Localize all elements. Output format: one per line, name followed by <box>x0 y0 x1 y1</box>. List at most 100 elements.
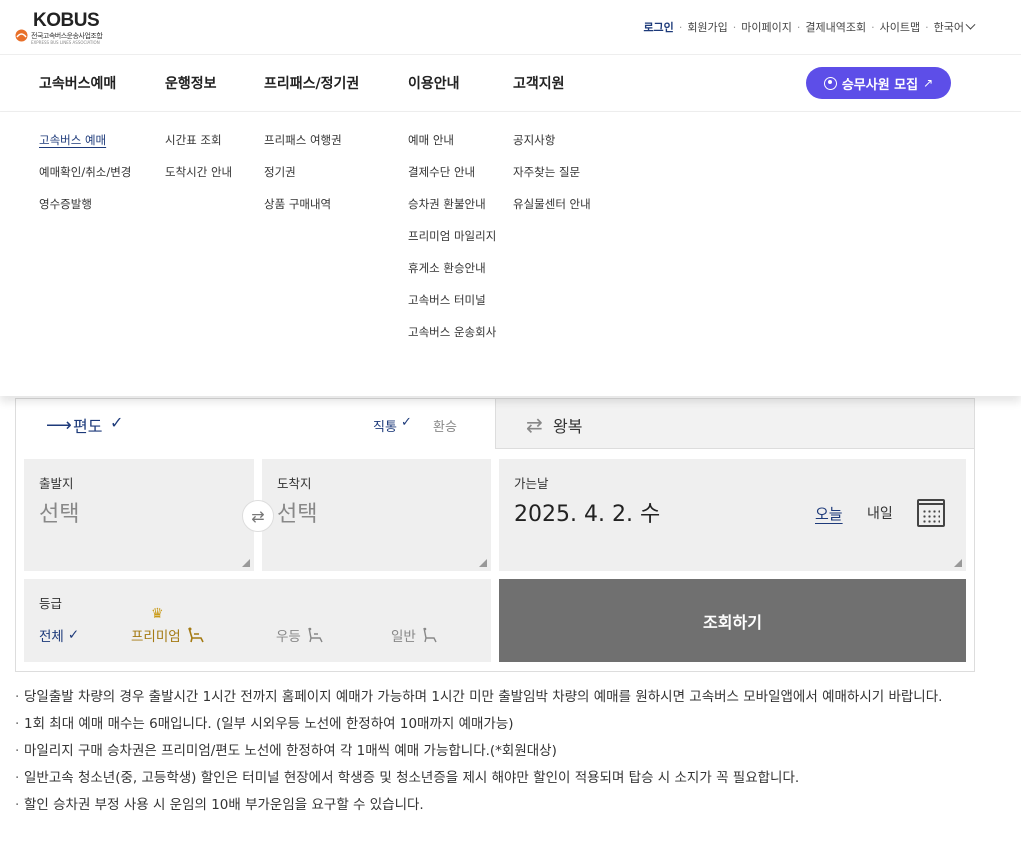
grade-label: 등급 <box>39 596 63 611</box>
arrival-field[interactable]: 도착지 선택 <box>262 459 491 571</box>
separator: · <box>796 20 801 34</box>
grade-premium-label: 프리미엄 <box>131 629 181 645</box>
menu-notice[interactable]: 공지사항 <box>513 132 591 164</box>
swap-icon: ⇄ <box>251 506 265 526</box>
date-field[interactable]: 가는날 2025. 4. 2. 수 오늘 내일 <box>499 459 966 571</box>
check-icon: ✓ <box>67 627 80 643</box>
separator: · <box>678 20 683 34</box>
recruit-button[interactable]: 승무사원 모집 ↗ <box>806 67 951 99</box>
grade-deluxe[interactable]: 우등 <box>276 625 325 645</box>
grade-field: 등급 ♛ 전체 ✓ 프리미엄 우등 일반 <box>24 579 491 662</box>
menu-timetable[interactable]: 시간표 조회 <box>165 132 232 164</box>
crown-icon: ♛ <box>151 606 164 622</box>
sitemap-link[interactable]: 사이트맵 <box>880 19 920 35</box>
separator: · <box>871 20 875 34</box>
menu-season-ticket[interactable]: 정기권 <box>264 164 342 196</box>
option-direct[interactable]: 직통 <box>373 416 397 435</box>
grade-premium[interactable]: 프리미엄 <box>131 625 205 645</box>
menu-freepass-ticket[interactable]: 프리패스 여행권 <box>264 132 342 164</box>
tab-roundtrip-label: 왕복 <box>553 417 583 436</box>
notice-item: 당일출발 차량의 경우 출발시간 1시간 전까지 홈페이지 예매가 가능하며 1… <box>15 686 975 709</box>
notice-item: 할인 승차권 부정 사용 시 운임의 10배 부가운임을 요구할 수 있습니다. <box>15 794 975 817</box>
notice-item: 일반고속 청소년(중, 고등학생) 할인은 터미널 현장에서 학생증 및 청소년… <box>15 767 975 790</box>
search-button[interactable]: 조회하기 <box>499 579 966 662</box>
booking-panel: ⟶ 편도 ✓ 직통 ✓ 환승 ⇄ 왕복 출발지 선택 ⇄ 도착지 선택 가는날 … <box>15 398 975 672</box>
grade-all[interactable]: 전체 ✓ <box>39 625 79 645</box>
menu-receipt[interactable]: 영수증발행 <box>39 196 131 228</box>
separator: · <box>925 20 929 34</box>
language-label: 한국어 <box>933 21 964 34</box>
nav-operation-info[interactable]: 운행정보 <box>165 73 217 93</box>
payments-link[interactable]: 결제내역조회 <box>805 19 866 35</box>
corner-triangle-icon <box>242 559 250 567</box>
separator: · <box>732 20 737 34</box>
nav-express-booking[interactable]: 고속버스예매 <box>39 73 116 93</box>
external-arrow-icon: ↗ <box>923 76 934 90</box>
menu-terminal[interactable]: 고속버스 터미널 <box>408 292 496 324</box>
menu-faq[interactable]: 자주찾는 질문 <box>513 164 591 196</box>
departure-value: 선택 <box>39 502 80 527</box>
tomorrow-button[interactable]: 내일 <box>867 503 893 523</box>
mega-col-booking: 고속버스 예매 예매확인/취소/변경 영수증발행 <box>39 132 131 228</box>
nav-freepass[interactable]: 프리패스/정기권 <box>264 73 359 93</box>
swap-arrows-icon: ⇄ <box>526 413 543 437</box>
departure-field[interactable]: 출발지 선택 <box>24 459 254 571</box>
person-icon <box>823 76 837 90</box>
option-transfer[interactable]: 환승 <box>433 416 457 435</box>
mega-col-guide: 예매 안내 결제수단 안내 승차권 환불안내 프리미엄 마일리지 휴게소 환승안… <box>408 132 496 356</box>
menu-refund-guide[interactable]: 승차권 환불안내 <box>408 196 496 228</box>
utility-menu: 로그인 · 회원가입 · 마이페이지 · 결제내역조회 · 사이트맵 · 한국어 <box>643 19 976 35</box>
arrow-right-icon: ⟶ <box>46 415 72 436</box>
trip-type-tabs: ⟶ 편도 ✓ 직통 ✓ 환승 ⇄ 왕복 <box>16 399 974 449</box>
arrival-label: 도착지 <box>277 476 312 491</box>
menu-booking-guide[interactable]: 예매 안내 <box>408 132 496 164</box>
menu-arrival-time[interactable]: 도착시간 안내 <box>165 164 232 196</box>
normal-seat-icon <box>420 626 440 644</box>
language-select[interactable]: 한국어 <box>933 19 976 35</box>
check-icon: ✓ <box>401 415 412 430</box>
calendar-icon[interactable] <box>917 499 945 527</box>
login-link[interactable]: 로그인 <box>643 19 673 35</box>
tab-oneway-label: 편도 <box>73 417 103 436</box>
kobus-logo[interactable]: KOBUS 전국고속버스운송사업조합 EXPRESS BUS LINES ASS… <box>15 10 105 46</box>
corner-triangle-icon <box>479 559 487 567</box>
mega-col-freepass: 프리패스 여행권 정기권 상품 구매내역 <box>264 132 342 228</box>
grade-all-label: 전체 <box>39 629 64 645</box>
mega-col-support: 공지사항 자주찾는 질문 유실물센터 안내 <box>513 132 591 228</box>
tab-oneway[interactable]: ⟶ 편도 ✓ 직통 ✓ 환승 <box>16 399 495 449</box>
date-value: 2025. 4. 2. 수 <box>514 502 661 527</box>
top-bar: KOBUS 전국고속버스운송사업조합 EXPRESS BUS LINES ASS… <box>0 0 1021 55</box>
menu-purchase-history[interactable]: 상품 구매내역 <box>264 196 342 228</box>
grade-normal[interactable]: 일반 <box>391 625 440 645</box>
recruit-label: 승무사원 모집 <box>841 77 919 93</box>
mega-menu: 고속버스 예매 예매확인/취소/변경 영수증발행 시간표 조회 도착시간 안내 … <box>0 112 1021 396</box>
logo-subtitle-en: EXPRESS BUS LINES ASSOCIATION <box>31 40 100 45</box>
mega-col-operation: 시간표 조회 도착시간 안내 <box>165 132 232 196</box>
main-nav: 고속버스예매 운행정보 프리패스/정기권 이용안내 고객지원 승무사원 모집 ↗ <box>0 55 1021 112</box>
notice-list: 당일출발 차량의 경우 출발시간 1시간 전까지 홈페이지 예매가 가능하며 1… <box>15 686 975 821</box>
date-label: 가는날 <box>514 476 549 491</box>
mypage-link[interactable]: 마이페이지 <box>741 19 792 35</box>
logo-brand: KOBUS <box>33 10 100 31</box>
menu-rest-area-transfer[interactable]: 휴게소 환승안내 <box>408 260 496 292</box>
menu-premium-mileage[interactable]: 프리미엄 마일리지 <box>408 228 496 260</box>
chevron-down-icon <box>965 19 976 30</box>
nav-usage-guide[interactable]: 이용안내 <box>408 73 460 93</box>
check-icon: ✓ <box>110 413 124 432</box>
arrival-value: 선택 <box>277 502 318 527</box>
swap-stations-button[interactable]: ⇄ <box>242 500 274 532</box>
menu-payment-guide[interactable]: 결제수단 안내 <box>408 164 496 196</box>
menu-bus-company[interactable]: 고속버스 운송회사 <box>408 324 496 356</box>
signup-link[interactable]: 회원가입 <box>687 19 727 35</box>
tab-roundtrip[interactable]: ⇄ 왕복 <box>495 399 974 449</box>
grade-normal-label: 일반 <box>391 629 416 645</box>
menu-booking-check[interactable]: 예매확인/취소/변경 <box>39 164 131 196</box>
calendar-grid <box>922 509 940 523</box>
menu-lost-found[interactable]: 유실물센터 안내 <box>513 196 591 228</box>
departure-label: 출발지 <box>39 476 74 491</box>
today-button[interactable]: 오늘 <box>815 503 843 524</box>
notice-item: 1회 최대 예매 매수는 6매입니다. (일부 시외우등 노선에 한정하여 10… <box>15 713 975 736</box>
nav-customer-support[interactable]: 고객지원 <box>513 73 565 93</box>
menu-express-booking[interactable]: 고속버스 예매 <box>39 132 131 164</box>
logo-mark-icon <box>15 29 28 42</box>
